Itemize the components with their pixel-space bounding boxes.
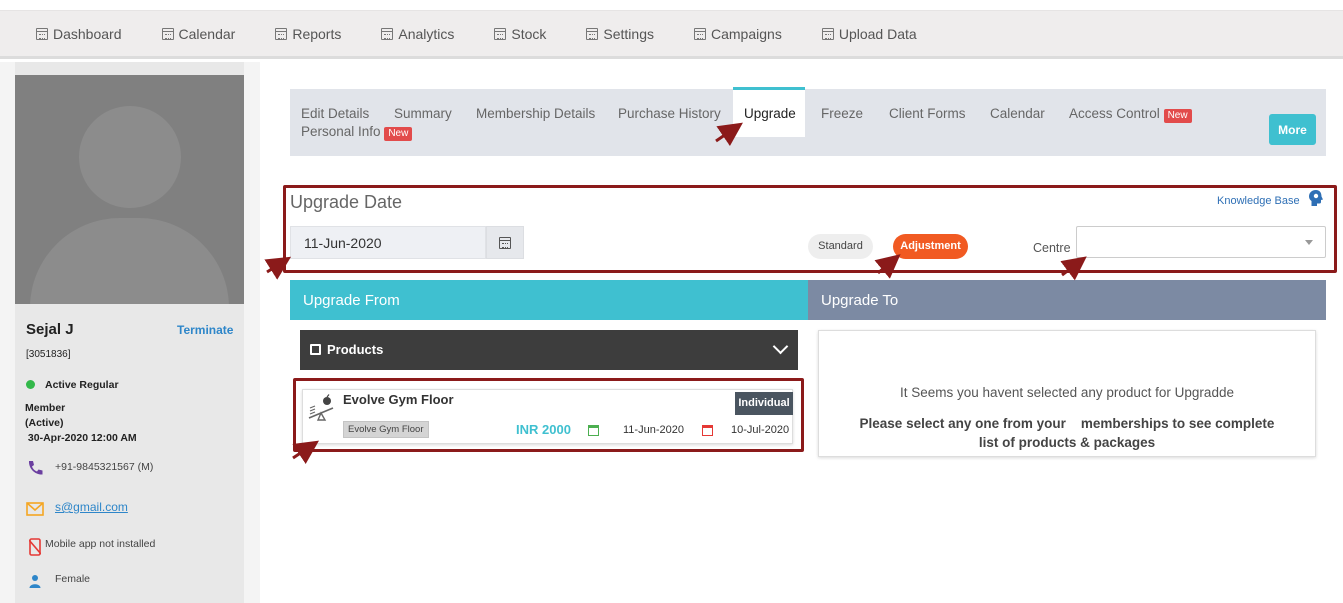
tab-edit-details[interactable]: Edit Details xyxy=(301,106,369,121)
top-navigation: Dashboard Calendar Reports Analytics Sto… xyxy=(0,11,1343,59)
phone-icon xyxy=(28,461,43,475)
upgrade-from-header: Upgrade From xyxy=(290,280,808,320)
tab-calendar[interactable]: Calendar xyxy=(990,106,1045,121)
date-picker-button[interactable] xyxy=(486,226,524,259)
top-strip xyxy=(0,0,1343,11)
nav-campaigns[interactable]: Campaigns xyxy=(694,26,782,42)
nav-settings[interactable]: Settings xyxy=(586,26,654,42)
empty-selection-message: It Seems you havent selected any product… xyxy=(900,385,1234,400)
product-price: INR 2000 xyxy=(516,422,571,437)
tab-client-forms[interactable]: Client Forms xyxy=(889,106,966,121)
product-start-date: 11-Jun-2020 xyxy=(623,424,684,436)
client-gender: Female xyxy=(55,573,91,585)
upgrade-date-input[interactable]: 11-Jun-2020 xyxy=(290,226,486,259)
status-dot xyxy=(26,380,35,389)
upgrade-to-header: Upgrade To xyxy=(808,280,1326,320)
box-icon xyxy=(310,344,321,355)
mobile-app-status: Mobile app not installed xyxy=(45,538,156,550)
nav-reports[interactable]: Reports xyxy=(275,26,341,42)
new-badge: New xyxy=(1163,109,1192,123)
nav-dashboard[interactable]: Dashboard xyxy=(36,26,122,42)
client-phone: +91-9845321567 (M) xyxy=(55,461,154,473)
chevron-down-icon xyxy=(1305,240,1313,245)
product-end-date: 10-Jul-2020 xyxy=(731,424,790,436)
client-sidebar: Sejal J Terminate [3051836] Active Regul… xyxy=(0,62,260,603)
mobile-off-icon xyxy=(29,538,41,556)
nav-calendar[interactable]: Calendar xyxy=(161,26,235,42)
centre-label: Centre xyxy=(1033,241,1071,255)
calendar-icon xyxy=(36,27,48,40)
standard-toggle[interactable]: Standard xyxy=(808,234,873,259)
more-button[interactable]: More xyxy=(1269,114,1316,145)
client-status: Active Regular xyxy=(45,379,119,391)
calendar-icon xyxy=(275,27,288,40)
nav-stock[interactable]: Stock xyxy=(494,26,546,42)
tab-membership-details[interactable]: Membership Details xyxy=(476,106,595,121)
calendar-icon xyxy=(494,27,507,40)
calendar-icon xyxy=(694,27,706,40)
gym-equipment-icon xyxy=(308,394,334,421)
tab-access-control[interactable]: Access Control New xyxy=(1069,106,1192,123)
calendar-icon xyxy=(821,27,834,40)
client-card: Sejal J Terminate [3051836] Active Regul… xyxy=(15,62,244,603)
nav-upload-data[interactable]: Upload Data xyxy=(821,26,917,42)
calendar-icon xyxy=(586,27,599,40)
client-id: [3051836] xyxy=(26,349,71,360)
product-tag: Evolve Gym Floor xyxy=(343,421,429,438)
knowledge-base-icon[interactable] xyxy=(1307,189,1325,207)
nav-analytics[interactable]: Analytics xyxy=(381,26,454,42)
tab-purchase-history[interactable]: Purchase History xyxy=(618,106,721,121)
avatar-head xyxy=(79,106,181,208)
product-name: Evolve Gym Floor xyxy=(343,392,454,407)
upgrade-date-title: Upgrade Date xyxy=(290,192,403,212)
tab-summary[interactable]: Summary xyxy=(394,106,452,121)
calendar-icon xyxy=(161,27,174,40)
user-icon xyxy=(29,575,41,588)
terminate-link[interactable]: Terminate xyxy=(177,323,233,337)
centre-select[interactable] xyxy=(1076,226,1326,258)
client-name: Sejal J xyxy=(26,321,74,338)
empty-selection-hint: Please select any one from your membersh… xyxy=(859,416,1279,450)
tab-personal-info[interactable]: Personal Info New xyxy=(301,124,413,141)
start-date-icon xyxy=(588,425,599,436)
product-type-badge: Individual xyxy=(735,392,793,415)
avatar xyxy=(15,75,244,304)
calendar-icon xyxy=(381,27,394,40)
mail-icon xyxy=(26,502,44,516)
products-label: Products xyxy=(327,342,384,357)
calendar-icon xyxy=(499,236,511,249)
products-accordion[interactable]: Products xyxy=(300,330,798,370)
avatar-shoulders xyxy=(30,218,229,304)
knowledge-base-link[interactable]: Knowledge Base xyxy=(1217,195,1300,207)
chevron-down-icon xyxy=(772,338,789,355)
new-badge: New xyxy=(384,127,413,141)
end-date-icon xyxy=(702,425,713,436)
tab-upgrade[interactable]: Upgrade xyxy=(733,87,805,137)
tab-freeze[interactable]: Freeze xyxy=(821,106,863,121)
client-email[interactable]: s@gmail.com xyxy=(55,500,128,514)
membership-info: Member (Active) 30-Apr-2020 12:00 AM xyxy=(25,402,137,444)
adjustment-toggle[interactable]: Adjustment xyxy=(893,234,968,259)
